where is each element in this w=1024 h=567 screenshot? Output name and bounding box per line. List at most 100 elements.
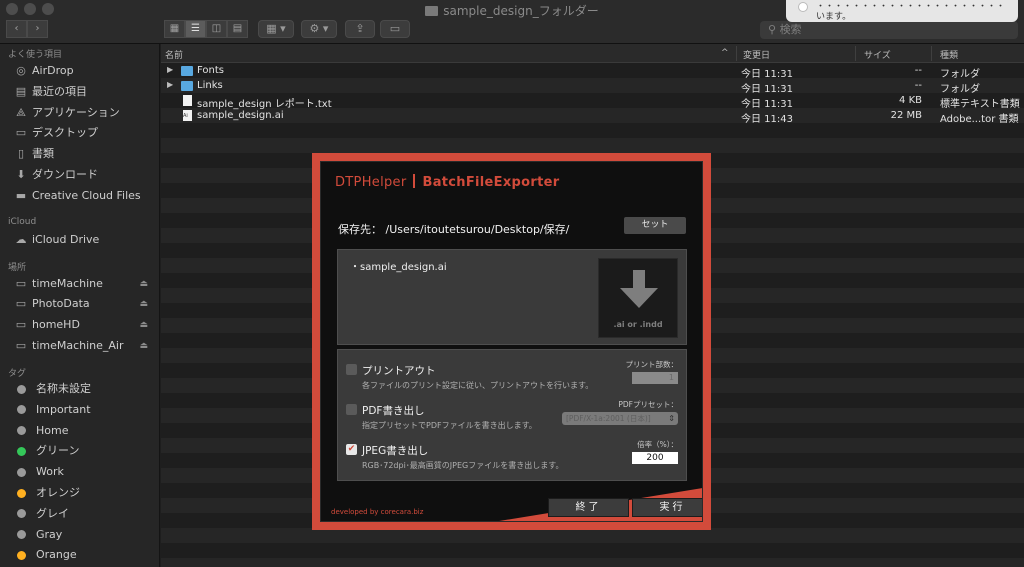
table-row[interactable]: ▶ Links 今日 11:31 -- フォルダ — [161, 79, 1024, 95]
list-view-button[interactable]: ☰ — [185, 20, 206, 38]
column-view-button[interactable]: ◫ — [206, 20, 227, 38]
disclosure-triangle-icon[interactable]: ▶ — [167, 65, 173, 74]
column-header: 名前 ^ 変更日 サイズ 種類 — [161, 44, 1024, 63]
favorites-section-title: よく使う項目 — [8, 50, 63, 60]
column-modified[interactable]: 変更日 — [743, 48, 770, 61]
dialog-brand: DTPHelper BatchFileExporter — [335, 174, 560, 190]
tags-section-title: タグ — [8, 369, 27, 379]
locations-section-title: 場所 — [8, 263, 27, 273]
sidebar-item-timemachine-air[interactable]: ▭ timeMachine_Air ⏏ — [14, 336, 154, 356]
view-switcher: ▦ ☰ ◫ ▤ — [164, 20, 248, 38]
sidebar-item-homehd[interactable]: ▭ homeHD ⏏ — [14, 315, 154, 335]
sidebar-item-tag[interactable]: Gray — [14, 525, 154, 545]
sidebar-item-downloads[interactable]: ⬇ ダウンロード — [14, 165, 154, 185]
tag-color-icon — [17, 384, 26, 394]
applications-icon: ⟁ — [16, 106, 26, 119]
sidebar-item-recent[interactable]: ▤ 最近の項目 — [14, 82, 154, 102]
column-name[interactable]: 名前 — [165, 48, 183, 61]
list-item: ・sample_design.ai — [350, 262, 447, 273]
disk-icon: ▭ — [15, 339, 27, 352]
tag-color-icon — [17, 550, 26, 560]
group-by-button[interactable]: ▦ ▾ — [258, 20, 294, 38]
folder-icon: ▬ — [15, 189, 27, 202]
sidebar-item-tag[interactable]: 名称未設定 — [14, 379, 154, 399]
sidebar-item-tag[interactable]: Important — [14, 400, 154, 420]
export-options: プリントアウト 各ファイルのプリント設定に従い、プリントアウトを行います。 プリ… — [337, 349, 687, 481]
nav-buttons: ‹ › — [6, 20, 48, 38]
eject-icon[interactable]: ⏏ — [139, 294, 148, 314]
sidebar-item-tag[interactable]: グレイ — [14, 504, 154, 524]
quit-button[interactable]: 終了 — [548, 498, 629, 517]
jpeg-scale-field[interactable]: 200 — [632, 452, 678, 464]
sidebar-item-tag[interactable]: Work — [14, 462, 154, 482]
save-destination: 保存先： /Users/itoutetsurou/Desktop/保存/ — [338, 223, 570, 236]
icloud-section-title: iCloud — [8, 217, 37, 227]
search-icon: ⚲ — [768, 23, 777, 36]
recent-icon: ▤ — [15, 85, 27, 98]
forward-button[interactable]: › — [27, 20, 48, 38]
download-icon: ⬇ — [16, 168, 26, 181]
icon-view-button[interactable]: ▦ — [164, 20, 185, 38]
tag-color-icon — [17, 530, 26, 540]
search-input[interactable]: ⚲ 検索 — [760, 21, 1018, 39]
eject-icon[interactable]: ⏏ — [139, 336, 148, 356]
tag-color-icon — [17, 509, 26, 519]
sidebar-item-documents[interactable]: ▯ 書類 — [14, 144, 154, 164]
sidebar-item-airdrop[interactable]: ◎ AirDrop — [14, 61, 154, 81]
download-arrow-icon — [633, 270, 645, 288]
sidebar: よく使う項目 ◎ AirDrop ▤ 最近の項目 ⟁ アプリケーション ▭ デスクトップ… — [0, 44, 160, 567]
notification-icon — [798, 2, 808, 12]
folder-icon — [425, 6, 439, 16]
sidebar-item-tag[interactable]: オレンジ — [14, 483, 154, 503]
batch-exporter-dialog: DTPHelper BatchFileExporter 保存先： /Users/i… — [312, 153, 711, 530]
sidebar-item-icloud-drive[interactable]: ☁ iCloud Drive — [14, 230, 154, 250]
column-kind[interactable]: 種類 — [940, 48, 958, 61]
eject-icon[interactable]: ⏏ — [139, 274, 148, 294]
print-copies-field[interactable]: 1 — [632, 372, 678, 384]
print-checkbox[interactable] — [346, 364, 357, 375]
column-size[interactable]: サイズ — [864, 48, 891, 61]
tag-color-icon — [17, 405, 26, 415]
action-menu-button[interactable]: ⚙ ▾ — [301, 20, 337, 38]
back-button[interactable]: ‹ — [6, 20, 27, 38]
sidebar-item-tag[interactable]: Orange — [14, 545, 154, 565]
tag-color-icon — [17, 426, 26, 436]
sidebar-item-desktop[interactable]: ▭ デスクトップ — [14, 123, 154, 143]
save-path: /Users/itoutetsurou/Desktop/保存/ — [385, 223, 570, 236]
sidebar-item-creative-cloud[interactable]: ▬ Creative Cloud Files — [14, 186, 154, 206]
run-button[interactable]: 実行 — [632, 498, 702, 517]
pdf-preset-select[interactable]: [PDF/X-1a:2001 (日本)] — [562, 412, 678, 425]
file-drop-area[interactable]: ・sample_design.ai .ai or .indd — [337, 249, 687, 345]
illustrator-file-icon — [183, 110, 192, 121]
disk-icon: ▭ — [15, 297, 27, 310]
jpeg-checkbox[interactable]: ✔ — [346, 444, 357, 455]
finder-toolbar: sample_design_フォルダー ‹ › ▦ ☰ ◫ ▤ ▦ ▾ ⚙ ▾ … — [0, 0, 1024, 44]
disclosure-triangle-icon[interactable]: ▶ — [167, 80, 173, 89]
eject-icon[interactable]: ⏏ — [139, 315, 148, 335]
disk-icon: ▭ — [15, 277, 27, 290]
documents-icon: ▯ — [17, 147, 25, 160]
tags-button[interactable]: ▭ — [380, 20, 410, 38]
pdf-checkbox[interactable] — [346, 404, 357, 415]
table-row[interactable]: sample_design レポート.txt 今日 11:31 4 KB 標準テ… — [161, 94, 1024, 110]
table-row[interactable]: sample_design.ai 今日 11:43 22 MB Adobe...… — [161, 109, 1024, 125]
share-button[interactable]: ⇪ — [345, 20, 375, 38]
tag-color-icon — [17, 467, 26, 477]
developer-credit: developed by corecara.biz — [331, 508, 424, 516]
gallery-view-button[interactable]: ▤ — [227, 20, 248, 38]
disk-icon: ▭ — [15, 318, 27, 331]
set-destination-button[interactable]: セット — [624, 217, 686, 234]
tag-color-icon — [17, 488, 26, 498]
cloud-icon: ☁ — [15, 233, 27, 246]
folder-icon — [181, 66, 193, 76]
tag-color-icon — [17, 446, 26, 456]
sidebar-item-photodata[interactable]: ▭ PhotoData ⏏ — [14, 294, 154, 314]
sidebar-item-tag[interactable]: グリーン — [14, 441, 154, 461]
sidebar-item-applications[interactable]: ⟁ アプリケーション — [14, 103, 154, 123]
sidebar-item-tag[interactable]: Home — [14, 421, 154, 441]
table-row[interactable]: ▶ Fonts 今日 11:31 -- フォルダ — [161, 64, 1024, 80]
desktop-icon: ▭ — [15, 126, 27, 139]
drop-target[interactable]: .ai or .indd — [598, 258, 678, 338]
sidebar-item-timemachine[interactable]: ▭ timeMachine ⏏ — [14, 274, 154, 294]
notification-banner[interactable]: ・・・・・・・・・・・・・・・・・・・・・います。 — [786, 0, 1018, 22]
